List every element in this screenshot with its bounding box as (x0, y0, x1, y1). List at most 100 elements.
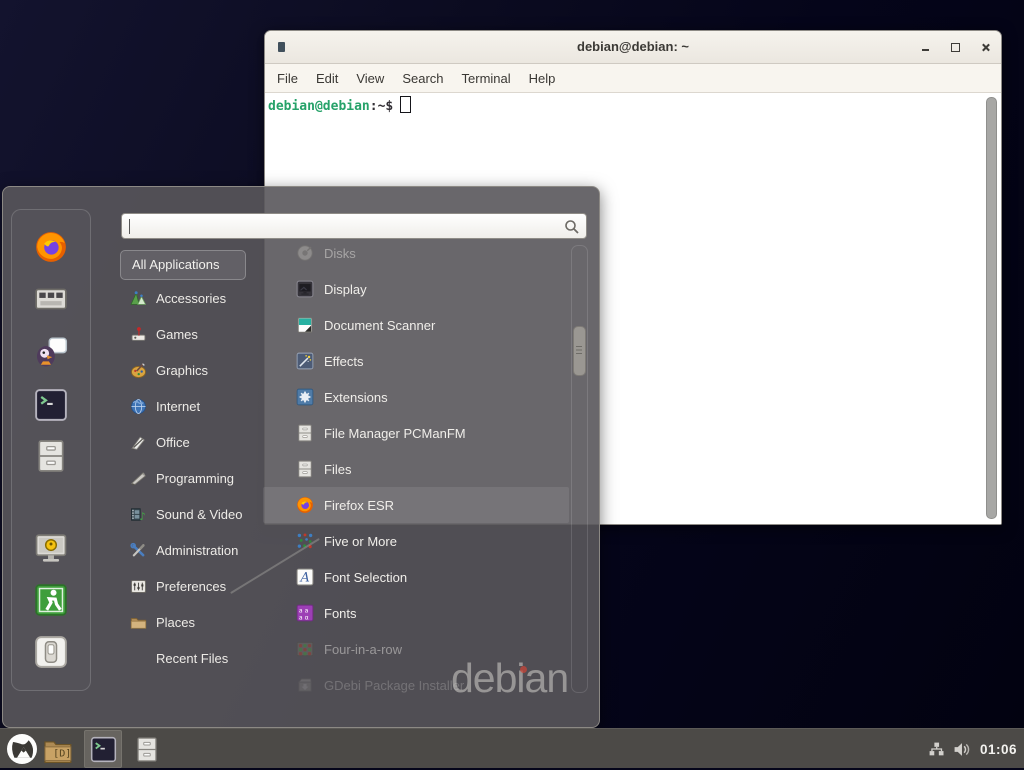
category-recent-files[interactable]: Recent Files (120, 640, 265, 676)
favorite-keyboard[interactable] (34, 282, 68, 316)
fonts-icon: a aa α (296, 604, 314, 622)
terminal-titlebar[interactable]: debian@debian: ~ (265, 31, 1001, 64)
preferences-icon (130, 578, 147, 595)
app-label: Files (324, 462, 351, 477)
file-manager-button[interactable]: [D] (42, 735, 74, 765)
favorite-chat-penguin[interactable] (34, 335, 68, 369)
favorite-power[interactable] (34, 635, 68, 669)
svg-text:♪: ♪ (139, 510, 146, 523)
gdebi-icon (296, 676, 314, 694)
app-five-or-more[interactable]: Five or More (263, 523, 569, 559)
category-office[interactable]: Office (120, 424, 265, 460)
app-four-in-a-row[interactable]: Four-in-a-row (263, 631, 569, 667)
app-font-selection[interactable]: AFont Selection (263, 559, 569, 595)
app-display[interactable]: Display (263, 271, 569, 307)
favorite-file-cabinet[interactable] (34, 439, 68, 473)
terminal-scrollbar[interactable] (986, 97, 997, 519)
font-selection-icon: A (296, 568, 314, 586)
four-in-a-row-icon (296, 640, 314, 658)
terminal-cursor (400, 96, 411, 113)
games-icon (130, 326, 147, 343)
clock[interactable]: 01:06 (980, 742, 1017, 757)
menu-scrollbar-track[interactable] (571, 245, 588, 693)
app-fonts[interactable]: a aa α Fonts (263, 595, 569, 631)
fonts-icon: a aa α (296, 604, 314, 622)
prompt-user: debian@debian (268, 99, 370, 114)
keyboard-icon (34, 282, 68, 316)
app-files[interactable]: Files (263, 451, 569, 487)
application-list: Disks DisplayDocument Scanner Effects Exten… (263, 235, 569, 709)
app-document-scanner[interactable]: Document Scanner (263, 307, 569, 343)
menubar-item-terminal[interactable]: Terminal (453, 67, 520, 90)
app-label: File Manager PCManFM (324, 426, 466, 441)
network-icon[interactable] (928, 741, 945, 758)
category-graphics[interactable]: Graphics (120, 352, 265, 388)
all-applications-button[interactable]: All Applications (120, 250, 246, 280)
volume-icon[interactable] (953, 741, 972, 758)
favorite-terminal[interactable] (34, 388, 68, 422)
office-icon (130, 434, 147, 451)
category-internet[interactable]: Internet (120, 388, 265, 424)
app-extensions[interactable]: Extensions (263, 379, 569, 415)
favorite-logout[interactable] (34, 583, 68, 617)
favorite-screen-lock[interactable] (34, 531, 68, 565)
favorite-firefox[interactable] (34, 230, 68, 264)
display-icon (296, 280, 314, 298)
file-cabinet-icon (296, 460, 314, 478)
category-administration[interactable]: Administration (120, 532, 265, 568)
menubar-item-help[interactable]: Help (520, 67, 565, 90)
prompt-path: :~$ (370, 99, 393, 114)
app-label: Effects (324, 354, 364, 369)
menu-button[interactable] (6, 733, 38, 765)
category-label: Accessories (156, 291, 226, 306)
screen-lock-icon (34, 531, 68, 565)
menubar-item-edit[interactable]: Edit (307, 67, 347, 90)
category-label: Recent Files (156, 651, 228, 666)
app-file-manager-pcmanfm[interactable]: File Manager PCManFM (263, 415, 569, 451)
menu-scrollbar-thumb[interactable] (573, 326, 586, 376)
programming-icon (130, 470, 147, 487)
category-sound-video[interactable]: ♪Sound & Video (120, 496, 265, 532)
file-cabinet-icon (134, 735, 160, 764)
terminal-button[interactable] (84, 730, 122, 768)
favorites-panel (11, 209, 91, 691)
firefox-icon (296, 496, 314, 514)
app-firefox-esr[interactable]: Firefox ESR (263, 487, 569, 523)
menubar-item-file[interactable]: File (268, 67, 307, 90)
places-icon (130, 614, 147, 631)
app-label: Disks (324, 246, 356, 261)
category-places[interactable]: Places (120, 604, 265, 640)
firefox-icon (296, 496, 314, 514)
app-label: GDebi Package Installer (324, 678, 464, 693)
category-label: Office (156, 435, 190, 450)
menu-logo-icon (6, 733, 38, 765)
app-label: Fonts (324, 606, 357, 621)
disks-icon (296, 244, 314, 262)
extensions-icon (296, 388, 314, 406)
category-programming[interactable]: Programming (120, 460, 265, 496)
close-icon (981, 43, 990, 52)
category-label: Preferences (156, 579, 226, 594)
category-accessories[interactable]: Accessories (120, 280, 265, 316)
accessories-icon (130, 290, 147, 307)
terminal-prompt: debian@debian:~$ (268, 96, 411, 114)
minimize-button[interactable] (919, 41, 931, 53)
category-list: Accessories Games Graphics Internet Office Pr… (120, 280, 265, 676)
files-button[interactable] (134, 735, 160, 764)
font-selection-icon: A (296, 568, 314, 586)
menubar-item-view[interactable]: View (347, 67, 393, 90)
category-preferences[interactable]: Preferences (120, 568, 265, 604)
category-label: Graphics (156, 363, 208, 378)
application-menu: All Applications Accessories Games Graphic… (2, 186, 600, 728)
system-tray: 01:06 (928, 729, 1017, 769)
app-gdebi-package-installer[interactable]: GDebi Package Installer (263, 667, 569, 703)
category-games[interactable]: Games (120, 316, 265, 352)
effects-icon (296, 352, 314, 370)
menubar-item-search[interactable]: Search (393, 67, 452, 90)
internet-icon (130, 398, 147, 415)
close-button[interactable] (979, 41, 991, 53)
app-effects[interactable]: Effects (263, 343, 569, 379)
maximize-button[interactable] (949, 41, 961, 53)
places-icon (130, 614, 147, 631)
app-disks[interactable]: Disks (263, 235, 569, 271)
